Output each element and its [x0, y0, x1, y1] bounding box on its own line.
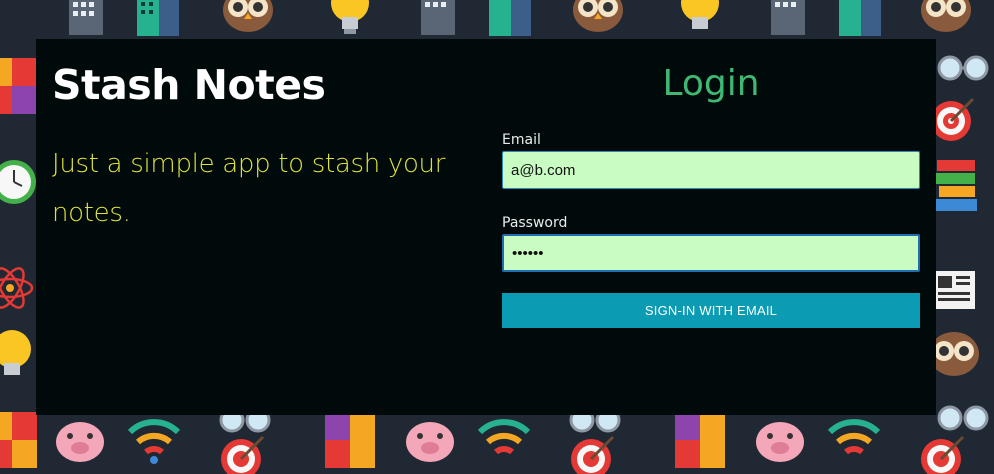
- wifi-icon: [126, 412, 182, 468]
- skyscraper-icon: [130, 0, 186, 36]
- piggy-bank-icon: [402, 412, 458, 468]
- lightbulb-icon: [322, 0, 378, 38]
- puzzle-icon: [0, 58, 40, 114]
- skyscraper-icon: [482, 0, 538, 36]
- puzzle-icon: [672, 412, 728, 468]
- puzzle-icon: [322, 412, 378, 468]
- books-icon: [928, 158, 984, 214]
- glasses-icon: [934, 388, 990, 444]
- password-field[interactable]: [502, 234, 920, 272]
- password-label: Password: [502, 215, 568, 231]
- main-card: Stash Notes Just a simple app to stash y…: [36, 39, 936, 415]
- app-tagline: Just a simple app to stash your notes.: [52, 149, 446, 228]
- wifi-icon: [476, 412, 532, 468]
- owl-icon: [220, 0, 276, 38]
- owl-icon: [570, 0, 626, 38]
- lightbulb-icon: [672, 0, 728, 38]
- piggy-bank-icon: [52, 412, 108, 468]
- wifi-icon: [826, 412, 882, 468]
- owl-icon: [918, 0, 974, 38]
- app-title: Stash Notes: [52, 61, 326, 109]
- atom-icon: [0, 260, 38, 316]
- skyscraper-icon: [832, 0, 888, 36]
- building-icon: [410, 0, 466, 38]
- building-icon: [58, 0, 114, 38]
- piggy-bank-icon: [752, 412, 808, 468]
- puzzle-icon: [0, 412, 40, 468]
- email-field[interactable]: [502, 151, 920, 189]
- email-label: Email: [502, 132, 541, 148]
- login-heading: Login: [662, 63, 760, 104]
- lightbulb-icon: [0, 328, 40, 384]
- signin-with-email-button[interactable]: SIGN-IN WITH EMAIL: [502, 293, 920, 328]
- building-icon: [760, 0, 816, 38]
- glasses-icon: [934, 38, 990, 94]
